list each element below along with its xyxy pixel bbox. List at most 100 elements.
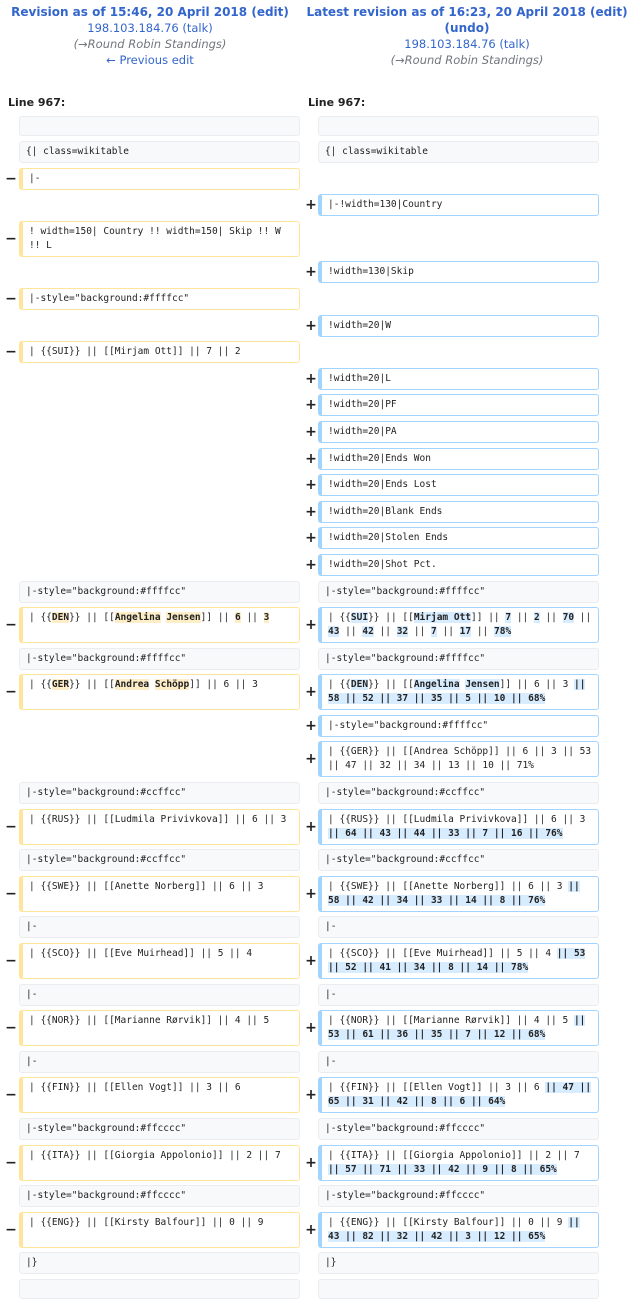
changed-text: DEN bbox=[51, 612, 70, 624]
diff-right-added-line: !width=20|Ends Won bbox=[318, 447, 599, 470]
removed-marker: − bbox=[5, 953, 17, 970]
diff-row: |} |} bbox=[0, 1252, 634, 1279]
diff-row: | {{RUS}} || [[Ludmila Privivkova]] || 6… bbox=[0, 808, 634, 850]
line-text: !width=20|Blank Ends bbox=[328, 505, 443, 517]
diff-row bbox=[0, 1278, 634, 1304]
diff-row: | {{DEN}} || [[Angelina Jensen]] || 6 ||… bbox=[0, 607, 634, 648]
new-revision-link[interactable]: Latest revision as of 16:23, 20 April 20… bbox=[306, 5, 585, 19]
diff-right-context-line bbox=[318, 1278, 599, 1300]
line-text: |-style="background:#ccffcc" bbox=[325, 787, 486, 799]
added-marker: + bbox=[305, 503, 317, 520]
old-edit-summary: (→Round Robin Standings) bbox=[73, 37, 227, 51]
line-text: | {{FIN}} || [[Ellen Vogt]] || 3 || 6 bbox=[29, 1082, 241, 1094]
diff-left-deleted-line: | {{NOR}} || [[Marianne Rørvik]] || 4 ||… bbox=[19, 1010, 300, 1047]
diff-right-context-line: |} bbox=[318, 1252, 599, 1275]
diff-left-deleted-line: | {{SWE}} || [[Anette Norberg]] || 6 || … bbox=[19, 875, 300, 912]
previous-edit-link[interactable]: ← Previous edit bbox=[106, 53, 194, 67]
diff-row: | {{NOR}} || [[Marianne Rørvik]] || 4 ||… bbox=[0, 1010, 634, 1051]
removed-marker: − bbox=[5, 684, 17, 701]
old-edit-link[interactable]: (edit) bbox=[251, 5, 289, 19]
diff-row: !width=20|Stolen Ends + bbox=[0, 527, 634, 554]
diff-right-added-line: | {{ENG}} || [[Kirsty Balfour]] || 0 || … bbox=[318, 1211, 599, 1248]
added-marker: + bbox=[305, 885, 317, 902]
diff-row: !width=20|PA + bbox=[0, 420, 634, 448]
line-text: || bbox=[408, 626, 432, 638]
line-text: || bbox=[471, 626, 494, 638]
removed-marker: − bbox=[5, 1087, 17, 1104]
new-talk-link[interactable]: (talk) bbox=[499, 37, 529, 51]
added-marker: + bbox=[305, 684, 317, 701]
old-revision-link[interactable]: Revision as of 15:46, 20 April 2018 bbox=[11, 5, 247, 19]
added-marker: + bbox=[305, 317, 317, 334]
removed-marker: − bbox=[5, 617, 17, 634]
diff-left-deleted-line: | {{ITA}} || [[Giorgia Appolonio]] || 2 … bbox=[19, 1144, 300, 1181]
diff-right-context-line: |-style="background:#ccffcc" bbox=[318, 849, 599, 872]
undo-link[interactable]: (undo) bbox=[445, 21, 490, 35]
diff-row: |- |- bbox=[0, 1050, 634, 1078]
diff-left-deleted-line: | {{ENG}} || [[Kirsty Balfour]] || 0 || … bbox=[19, 1211, 300, 1248]
old-user-link[interactable]: 198.103.184.76 bbox=[87, 21, 178, 35]
diff-row: |- |- bbox=[0, 916, 634, 943]
changed-text: Jensen bbox=[166, 612, 201, 624]
diff-right-added-line: | {{FIN}} || [[Ellen Vogt]] || 3 || 6 ||… bbox=[318, 1077, 599, 1114]
line-text: ]] || bbox=[200, 612, 235, 624]
diff-row: {| class=wikitable {| class=wikitable bbox=[0, 141, 634, 168]
line-text: | {{SUI}} || [[Mirjam Ott]] || 7 || 2 bbox=[29, 346, 241, 358]
new-edit-link[interactable]: (edit) bbox=[590, 5, 628, 19]
line-text: ]] || 6 || 3 bbox=[189, 679, 258, 691]
new-user-link[interactable]: 198.103.184.76 bbox=[404, 37, 495, 51]
diff-right-added-line: !width=20|L bbox=[318, 367, 599, 390]
line-text: | {{RUS}} || [[Ludmila Privivkova]] || 6… bbox=[29, 813, 287, 825]
line-text: || bbox=[373, 626, 397, 638]
diff-row: |- − bbox=[0, 167, 634, 195]
added-marker: + bbox=[305, 556, 317, 573]
line-text: || bbox=[539, 612, 563, 624]
line-text: |- bbox=[26, 1055, 38, 1067]
diff-left-context-line: |-style="background:#ffcccc" bbox=[19, 1185, 300, 1208]
line-text: |- bbox=[29, 172, 41, 184]
added-marker: + bbox=[305, 1087, 317, 1104]
line-text: | {{SCO}} || [[Eve Muirhead]] || 5 || 4 bbox=[29, 948, 253, 960]
removed-marker: − bbox=[5, 230, 17, 247]
line-text: | {{SCO}} || [[Eve Muirhead]] || 5 || 4 bbox=[328, 948, 557, 960]
changed-text: Angelina bbox=[114, 612, 161, 624]
line-text: |-style="background:#ccffcc" bbox=[26, 854, 187, 866]
changed-text: Jensen bbox=[465, 679, 500, 691]
diff-right-added-line: | {{SUI}} || [[Mirjam Ott]] || 7 || 2 ||… bbox=[318, 607, 599, 644]
diff-right-added-line: !width=20|W bbox=[318, 314, 599, 337]
added-marker: + bbox=[305, 751, 317, 768]
diff-row: |-style="background:#ccffcc" |-style="bac… bbox=[0, 849, 634, 876]
old-talk-link[interactable]: (talk) bbox=[182, 21, 212, 35]
removed-marker: − bbox=[5, 885, 17, 902]
diff-right-added-line: | {{NOR}} || [[Marianne Rørvik]] || 4 ||… bbox=[318, 1010, 599, 1047]
diff-left-deleted-line: | {{FIN}} || [[Ellen Vogt]] || 3 || 6 bbox=[19, 1077, 300, 1114]
line-text: |-style="background:#ffffcc" bbox=[26, 652, 187, 664]
line-text: | {{ITA}} || [[Giorgia Appolonio]] || 2 … bbox=[29, 1149, 281, 1161]
line-text: }} || [[ bbox=[368, 612, 414, 624]
line-text: | {{ENG}} || [[Kirsty Balfour]] || 0 || … bbox=[29, 1216, 264, 1228]
diff-table: {| class=wikitable {| class=wikitable |- − |… bbox=[0, 116, 634, 1304]
diff-row: | {{SWE}} || [[Anette Norberg]] || 6 || … bbox=[0, 875, 634, 917]
diff-row: | {{GER}} || [[Andrea Schöpp]] || 6 || 3… bbox=[0, 741, 634, 782]
added-marker: + bbox=[305, 530, 317, 547]
line-text: |-style="background:#ffffcc" bbox=[26, 585, 187, 597]
diff-left-deleted-line: | {{GER}} || [[Andrea Schöpp]] || 6 || 3 bbox=[19, 674, 300, 711]
line-text: !width=130|Skip bbox=[328, 266, 414, 278]
added-marker: + bbox=[305, 1154, 317, 1171]
diff-row: ! width=150| Country !! width=150| Skip … bbox=[0, 220, 634, 262]
diff-left-context-line: |-style="background:#ccffcc" bbox=[19, 849, 300, 872]
line-text: |-style="background:#ffcccc" bbox=[26, 1123, 187, 1134]
diff-right-context-line: |-style="background:#ffcccc" bbox=[318, 1118, 599, 1140]
diff-left-context-line: |- bbox=[19, 983, 300, 1006]
diff-row: | {{GER}} || [[Andrea Schöpp]] || 6 || 3… bbox=[0, 674, 634, 715]
changed-text: GER bbox=[51, 679, 70, 691]
line-text: | {{ bbox=[29, 612, 52, 624]
line-text: | {{SWE}} || [[Anette Norberg]] || 6 || … bbox=[29, 880, 264, 892]
diff-right-added-line: | {{SCO}} || [[Eve Muirhead]] || 5 || 4 … bbox=[318, 943, 599, 980]
diff-right-added-line: |-style="background:#ffffcc" bbox=[318, 714, 599, 737]
line-text: !width=20|PA bbox=[328, 425, 397, 437]
line-text: |} bbox=[26, 1257, 38, 1269]
line-text: |-!width=130|Country bbox=[328, 199, 443, 211]
changed-text: Andrea bbox=[114, 679, 150, 691]
changed-text: Schöpp bbox=[154, 679, 190, 691]
